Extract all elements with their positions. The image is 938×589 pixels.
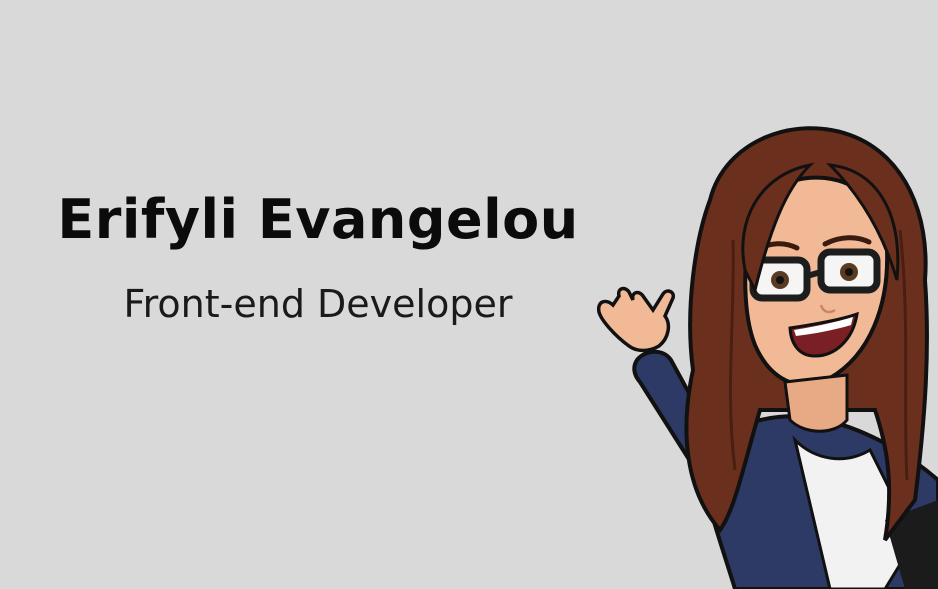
intro-banner: Erifyli Evangelou Front-end Developer (0, 0, 938, 589)
hand-icon (596, 286, 676, 353)
profile-name: Erifyli Evangelou (57, 188, 579, 251)
profile-role: Front-end Developer (123, 282, 513, 326)
avatar-illustration (596, 126, 938, 589)
